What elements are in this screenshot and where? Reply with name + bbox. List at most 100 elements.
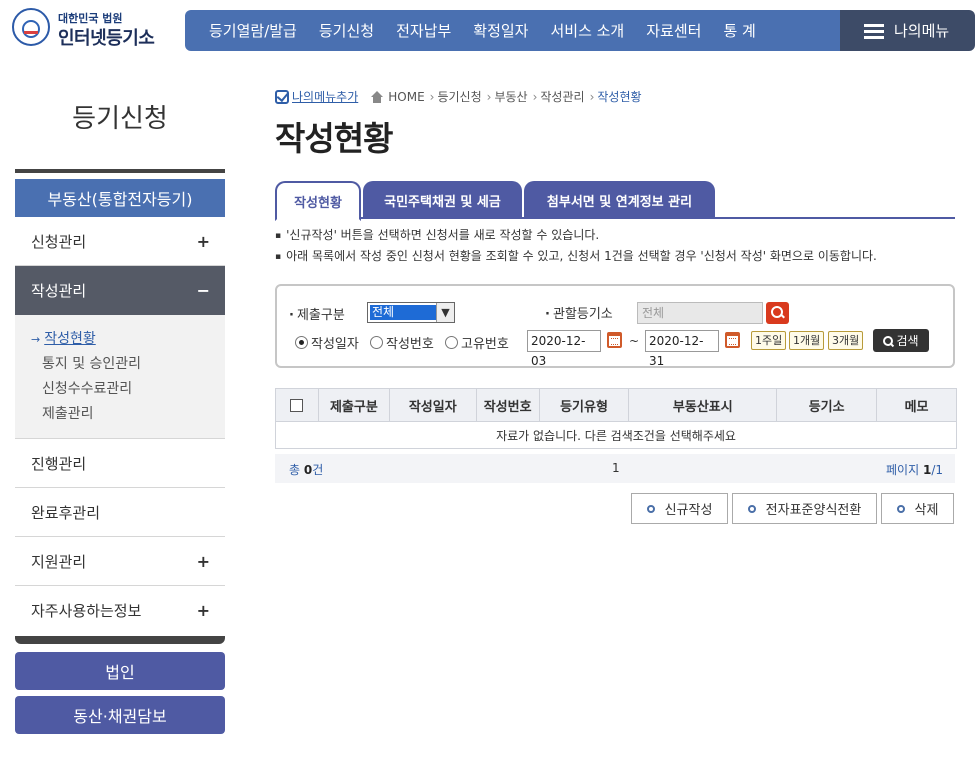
date-range-tilde: ~ xyxy=(629,334,640,348)
submenu-write-status[interactable]: → 작성현황 xyxy=(15,327,225,352)
gnb-item-registry-view[interactable]: 등기열람/발급 xyxy=(197,20,308,41)
chevron-down-icon: ▼ xyxy=(436,303,454,322)
sidebar-item-complete-manage[interactable]: 완료후관리 xyxy=(15,488,225,537)
tab-housing-bond-tax[interactable]: 국민주택채권 및 세금 xyxy=(363,181,522,219)
checkbox-check-icon xyxy=(275,89,289,104)
site-logo[interactable]: 대한민국 법원 인터넷등기소 xyxy=(8,4,178,50)
breadcrumb-real-estate[interactable]: 부동산 xyxy=(494,88,527,105)
court-input[interactable]: 전체 xyxy=(637,302,763,324)
total-count: 총 0건 xyxy=(289,463,324,477)
sidebar-item-frequent-info[interactable]: 자주사용하는정보 + xyxy=(15,586,225,635)
submenu-notify-approve[interactable]: 통지 및 승인관리 xyxy=(15,352,225,377)
submit-type-select[interactable]: 전체 ▼ xyxy=(367,302,455,323)
sidebar-item-write-manage[interactable]: 작성관리 − xyxy=(15,266,225,315)
button-label: 신규작성 xyxy=(664,503,713,518)
column-header: 등기소 xyxy=(776,388,878,422)
page-title: 작성현황 xyxy=(275,119,393,158)
gnb-item-e-payment[interactable]: 전자납부 xyxy=(385,20,462,41)
sidebar-item-label: 작성관리 xyxy=(31,282,87,300)
pager-bar: 총 0건 1 페이지 1/1 xyxy=(275,454,955,483)
my-menu-label: 나의메뉴 xyxy=(894,22,950,40)
period-3month-button[interactable]: 3개월 xyxy=(828,331,864,350)
select-all-cell xyxy=(275,388,319,422)
tab-write-status[interactable]: 작성현황 xyxy=(275,181,361,221)
button-label: 삭제 xyxy=(914,503,939,518)
breadcrumb-separator: › xyxy=(486,89,492,104)
sidebar-item-label: 완료후관리 xyxy=(31,503,101,522)
period-1week-button[interactable]: 1주일 xyxy=(751,331,787,350)
expand-plus-icon: + xyxy=(196,551,210,571)
submit-type-label: 제출구분 xyxy=(289,304,345,323)
column-header: 작성번호 xyxy=(475,388,540,422)
expand-plus-icon: + xyxy=(196,231,210,251)
sidebar-item-apply-manage[interactable]: 신청관리 + xyxy=(15,217,225,266)
sidebar-item-progress-manage[interactable]: 진행관리 xyxy=(15,439,225,488)
sidebar-item-label: 자주사용하는정보 xyxy=(31,602,142,620)
date-to-input[interactable]: 2020-12-31 xyxy=(645,330,719,368)
select-all-checkbox[interactable] xyxy=(290,398,304,412)
corporation-button[interactable]: 법인 xyxy=(15,652,225,690)
new-write-button[interactable]: 신규작성 xyxy=(631,493,728,524)
breadcrumb-registry-apply[interactable]: 등기신청 xyxy=(437,88,481,105)
radio-label: 작성일자 xyxy=(311,337,359,352)
collapse-minus-icon: − xyxy=(196,281,210,300)
gnb-item-fixed-date[interactable]: 확정일자 xyxy=(462,20,539,41)
tab-bar: 작성현황 국민주택채권 및 세금 첨부서면 및 연계정보 관리 xyxy=(275,181,955,221)
breadcrumb-current: 작성현황 xyxy=(597,90,642,104)
table-row: 자료가 없습니다. 다른 검색조건을 선택해주세요 xyxy=(275,421,957,449)
gnb-item-service-intro[interactable]: 서비스 소개 xyxy=(539,20,635,41)
column-header: 메모 xyxy=(876,388,957,422)
submenu-submit-manage[interactable]: 제출관리 xyxy=(15,402,225,427)
breadcrumb-write-manage[interactable]: 작성관리 xyxy=(540,88,584,105)
magnifier-icon xyxy=(883,335,894,346)
sidebar-category[interactable]: 부동산(통합전자등기) xyxy=(15,179,225,217)
sidebar-item-label: 진행관리 xyxy=(31,454,87,473)
court-label: 관할등기소 xyxy=(545,303,613,322)
radio-label: 고유번호 xyxy=(461,337,509,352)
global-nav: 등기열람/발급 등기신청 전자납부 확정일자 서비스 소개 자료센터 통 계 xyxy=(185,10,840,51)
calendar-icon[interactable] xyxy=(725,332,740,348)
gnb-item-registry-apply[interactable]: 등기신청 xyxy=(308,20,385,41)
add-my-menu-link[interactable]: 나의메뉴추가 xyxy=(292,88,358,105)
search-icon[interactable] xyxy=(766,302,789,324)
tab-attachments-link[interactable]: 첨부서면 및 연계정보 관리 xyxy=(524,181,715,219)
movable-bond-button[interactable]: 동산·채권담보 xyxy=(15,696,225,734)
date-from-input[interactable]: 2020-12-03 xyxy=(527,330,601,368)
delete-button[interactable]: 삭제 xyxy=(881,493,954,524)
breadcrumb-separator: › xyxy=(589,89,595,104)
my-menu-button[interactable]: 나의메뉴 xyxy=(840,10,975,51)
submit-type-value: 전체 xyxy=(370,305,436,320)
breadcrumb-home[interactable]: HOME xyxy=(388,90,424,104)
sidebar-bottom-divider xyxy=(15,636,225,644)
radio-unchecked-icon xyxy=(445,336,458,349)
gnb-item-resources[interactable]: 자료센터 xyxy=(635,20,712,41)
sidebar-divider xyxy=(15,169,225,173)
page-number-link[interactable]: 1 xyxy=(612,461,620,475)
radio-label: 작성번호 xyxy=(386,337,434,352)
standard-form-convert-button[interactable]: 전자표준양식전환 xyxy=(732,493,877,524)
radio-unique-number[interactable]: 고유번호 xyxy=(445,333,509,352)
period-1month-button[interactable]: 1개월 xyxy=(789,331,825,350)
guide-note: '신규작성' 버튼을 선택하면 신청서를 새로 작성할 수 있습니다. xyxy=(275,226,877,247)
submenu-fee-manage[interactable]: 신청수수료관리 xyxy=(15,377,225,402)
radio-unchecked-icon xyxy=(370,336,383,349)
circle-bullet-icon xyxy=(896,504,905,513)
submenu-label: 작성현황 xyxy=(44,331,96,347)
sidebar-title: 등기신청 xyxy=(72,104,168,134)
radio-write-date[interactable]: 작성일자 xyxy=(295,333,359,352)
sidebar-item-label: 지원관리 xyxy=(31,552,87,571)
guide-notes: '신규작성' 버튼을 선택하면 신청서를 새로 작성할 수 있습니다. 아래 목… xyxy=(275,226,877,268)
sidebar-item-label: 신청관리 xyxy=(31,232,87,251)
search-button[interactable]: 검색 xyxy=(873,329,929,352)
home-icon xyxy=(370,90,384,103)
sidebar-item-support-manage[interactable]: 지원관리 + xyxy=(15,537,225,586)
calendar-icon[interactable] xyxy=(607,332,622,348)
button-label: 전자표준양식전환 xyxy=(765,503,862,518)
radio-write-number[interactable]: 작성번호 xyxy=(370,333,434,352)
table-header-row: 제출구분 작성일자 작성번호 등기유형 부동산표시 등기소 메모 xyxy=(275,388,957,422)
hamburger-icon xyxy=(864,23,884,39)
gnb-item-statistics[interactable]: 통 계 xyxy=(712,20,766,41)
search-button-label: 검색 xyxy=(896,334,919,348)
sidebar-submenu: → 작성현황 통지 및 승인관리 신청수수료관리 제출관리 xyxy=(15,315,225,439)
sidebar-menu: 신청관리 + 작성관리 − → 작성현황 통지 및 승인관리 신청수수료관리 제출… xyxy=(15,217,225,635)
